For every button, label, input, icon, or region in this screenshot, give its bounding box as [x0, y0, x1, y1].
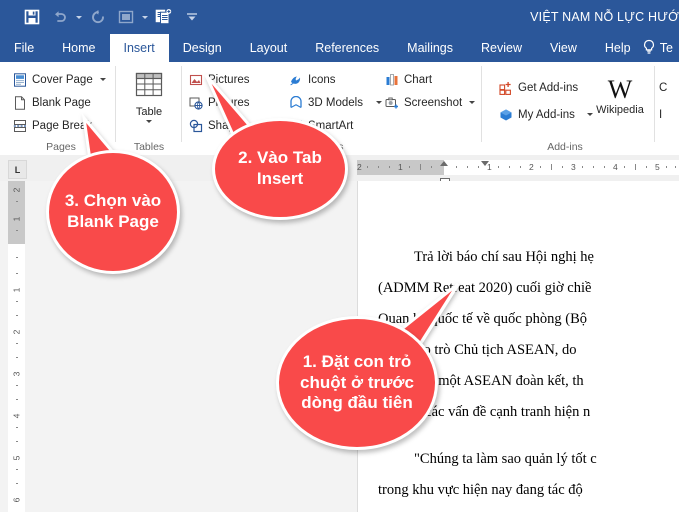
group-separator [481, 66, 482, 142]
tab-references[interactable]: References [301, 34, 393, 62]
cover-page-icon [12, 72, 28, 88]
tab-help[interactable]: Help [591, 34, 645, 62]
ruler-tick-label: 3 [571, 162, 576, 172]
ruler-tick-label: 3 [11, 371, 22, 377]
tab-view[interactable]: View [536, 34, 591, 62]
ribbon-tabs: File Home Insert Design Layout Reference… [0, 34, 645, 62]
document-paragraph: "Chúng ta làm sao quản lý tốt c [414, 451, 597, 467]
tell-me-search[interactable]: Te [642, 34, 677, 62]
callout-2-bubble[interactable]: 2. Vào Tab Insert [212, 118, 348, 220]
ribbon-button-3d-models[interactable]: 3D Models [288, 92, 382, 113]
ruler-tick-label: 5 [11, 455, 22, 461]
table-icon [132, 72, 166, 105]
ruler-tick-label: 4 [11, 413, 22, 419]
ribbon-button-screenshot[interactable]: Screenshot [384, 92, 476, 113]
ribbon-tab-strip: File Home Insert Design Layout Reference… [0, 34, 679, 62]
cover-page-label: Cover Page [32, 73, 93, 86]
ruler-scale[interactable]: 2 1 1 2 3 4 5 [357, 160, 679, 186]
callout-1-bubble[interactable]: 1. Đặt con trỏ chuột ở trước dòng đầu ti… [276, 316, 438, 450]
tab-mailings[interactable]: Mailings [393, 34, 467, 62]
document-title: VIỆT NAM NỖ LỰC HƯỚ [530, 10, 679, 24]
callout-3-text: 3. Chọn vào Blank Page [64, 191, 162, 231]
tab-layout[interactable]: Layout [236, 34, 302, 62]
document-paragraph: trong khu vực hiện nay đang tác độ [378, 482, 583, 498]
tab-home[interactable]: Home [48, 34, 109, 62]
tab-insert[interactable]: Insert [109, 34, 169, 62]
callout-2-text: 2. Vào Tab Insert [238, 148, 322, 188]
my-add-ins-label: My Add-ins [518, 108, 575, 121]
ruler-tick-label: 6 [11, 497, 22, 503]
screenshot-dropdown-icon[interactable] [469, 101, 476, 104]
ruler-tick-label: 5 [655, 162, 660, 172]
right-indent-marker[interactable] [481, 161, 489, 166]
group-label-add-ins: Add-ins [547, 141, 583, 153]
blank-page-label: Blank Page [32, 96, 91, 109]
ruler-tick-label: 1 [11, 287, 22, 293]
ribbon-group-partial: C I [655, 62, 679, 155]
page-break-icon [12, 118, 28, 134]
tab-stop-selector[interactable]: L [8, 160, 27, 179]
picture-dropdown-icon[interactable] [140, 3, 150, 31]
my-add-ins-icon [498, 107, 514, 123]
ribbon-group-add-ins: Get Add-ins My Add-ins W Wikipedia Add-i… [490, 62, 655, 155]
ruler-tick-label: 2 [11, 329, 22, 335]
tab-file[interactable]: File [0, 34, 48, 62]
first-line-indent-marker[interactable] [440, 161, 448, 166]
icons-label: Icons [308, 73, 336, 86]
screenshot-icon [384, 95, 400, 111]
wikipedia-icon: W [607, 75, 633, 104]
chart-icon [384, 72, 400, 88]
tab-review[interactable]: Review [467, 34, 536, 62]
vertical-ruler[interactable]: 2 1 1 2 3 4 5 6 [8, 181, 25, 512]
format-painter-icon[interactable] [150, 3, 178, 31]
ribbon-button-cover-page[interactable]: Cover Page [12, 69, 106, 90]
ribbon-button-partial-bottom[interactable]: I [659, 104, 662, 125]
ruler-tick-label: 2 [529, 162, 534, 172]
customize-quick-access-toolbar-icon[interactable] [178, 3, 206, 31]
redo-icon[interactable] [84, 3, 112, 31]
undo-icon[interactable] [46, 3, 74, 31]
partial-icon-top: C [659, 81, 668, 94]
save-icon[interactable] [18, 3, 46, 31]
ribbon-button-chart[interactable]: Chart [384, 69, 432, 90]
document-paragraph: Trả lời báo chí sau Hội nghị hẹ [414, 249, 594, 265]
word-application-window: VIỆT NAM NỖ LỰC HƯỚ File Home Insert Des… [0, 0, 679, 512]
ribbon-button-my-add-ins[interactable]: My Add-ins [498, 104, 593, 125]
ruler-tick-label: 2 [11, 187, 22, 193]
ribbon-button-get-add-ins[interactable]: Get Add-ins [498, 77, 578, 98]
ruler-tick-label: 1 [398, 162, 403, 172]
cover-page-dropdown-icon[interactable] [99, 78, 106, 81]
tab-design[interactable]: Design [169, 34, 236, 62]
ruler-tick-label: 2 [357, 162, 362, 172]
title-bar: VIỆT NAM NỖ LỰC HƯỚ [0, 0, 679, 34]
get-add-ins-icon [498, 80, 514, 96]
blank-page-icon [12, 95, 28, 111]
screenshot-label: Screenshot [404, 96, 463, 109]
ribbon-button-wikipedia[interactable]: W Wikipedia [590, 75, 650, 117]
quick-access-toolbar [18, 0, 206, 34]
callout-3-bubble[interactable]: 3. Chọn vào Blank Page [46, 150, 180, 274]
wikipedia-label: Wikipedia [596, 104, 644, 116]
ribbon-button-partial-top[interactable]: C [659, 77, 667, 98]
get-add-ins-label: Get Add-ins [518, 81, 579, 94]
chart-label: Chart [404, 73, 433, 86]
ruler-tick-label: 4 [613, 162, 618, 172]
partial-icon-bottom: I [659, 108, 663, 121]
tell-me-label: Te [659, 41, 673, 55]
lightbulb-icon [642, 39, 656, 58]
3d-models-dropdown-icon[interactable] [375, 101, 382, 104]
ruler-tick-label: 1 [11, 216, 22, 222]
ribbon-button-icons[interactable]: Icons [288, 69, 336, 90]
3d-models-label: 3D Models [308, 96, 363, 109]
picture-placeholder-icon[interactable] [112, 3, 140, 31]
document-paragraph: thách thức và cũng để cho mối qua [378, 508, 679, 512]
undo-dropdown-icon[interactable] [74, 3, 84, 31]
callout-1-text: 1. Đặt con trỏ chuột ở trước dòng đầu ti… [300, 351, 414, 413]
